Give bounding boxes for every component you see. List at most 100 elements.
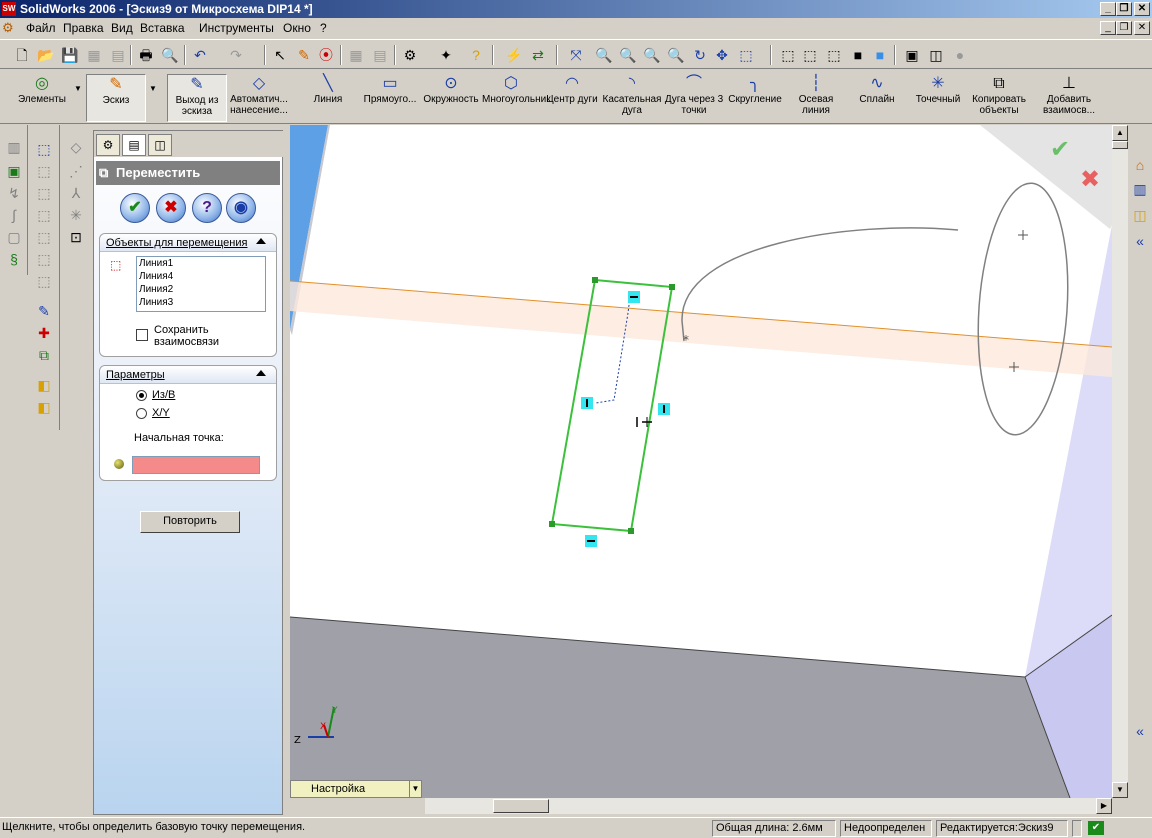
redo-icon[interactable]: ↷ <box>226 45 246 65</box>
minimize-button[interactable]: _ <box>1100 2 1116 16</box>
fillet-button[interactable]: ╮ Скругление <box>727 74 783 122</box>
layers-alt-icon[interactable]: ◧ <box>34 397 54 417</box>
confirm-check-icon[interactable]: ✔ <box>1050 135 1070 163</box>
scroll-up-button[interactable]: ▲ <box>1112 125 1128 141</box>
list-item[interactable]: Линия1 <box>139 257 265 270</box>
print-preview-icon[interactable]: ▦ <box>84 45 104 65</box>
polygon-button[interactable]: ⬡ Многоугольник <box>482 74 551 122</box>
pin-button[interactable]: ◉ <box>226 193 256 223</box>
mate-icon[interactable]: ⚡ <box>504 45 524 65</box>
confirm-cancel-icon[interactable]: ✖ <box>1080 165 1100 193</box>
layers-icon[interactable]: ◧ <box>34 375 54 395</box>
reference-axis-icon[interactable]: ⋰ <box>66 161 86 181</box>
tangent-arc-button[interactable]: ◝ Касательная дуга <box>602 74 662 122</box>
zoom-in-out-icon[interactable]: 🔍 <box>642 45 662 65</box>
cube-top-icon[interactable]: ⬚ <box>34 227 54 247</box>
print-icon[interactable]: 🖶 <box>136 45 156 65</box>
cube-right-icon[interactable]: ⬚ <box>34 205 54 225</box>
collapse-arrow-icon[interactable] <box>256 370 266 376</box>
cube-back-icon[interactable]: ⬚ <box>34 161 54 181</box>
sketch-dropdown-arrow[interactable]: ▼ <box>149 84 157 93</box>
collapse-arrow-icon[interactable] <box>256 238 266 244</box>
pan-icon[interactable]: ✥ <box>712 45 732 65</box>
features-tab-button[interactable]: ◎ Элементы <box>10 74 74 122</box>
menu-insert[interactable]: Вставка <box>140 21 185 35</box>
close-button[interactable]: ✕ <box>1134 2 1150 16</box>
options-icon[interactable]: ⚙ <box>400 45 420 65</box>
doc-minimize-button[interactable]: _ <box>1100 21 1116 35</box>
doc-restore-button[interactable]: ❐ <box>1116 21 1132 35</box>
split-handle[interactable] <box>1112 141 1128 149</box>
shadows-icon[interactable]: ▣ <box>902 45 922 65</box>
graphics-area[interactable]: * ✔ ✖ Z Y X <box>290 125 1112 798</box>
sketch-tool-icon[interactable]: ✎ <box>294 45 314 65</box>
cube-bottom-icon[interactable]: ⬚ <box>34 249 54 269</box>
keep-relations-checkbox[interactable] <box>136 329 148 341</box>
shaded-edges-icon[interactable]: ■ <box>848 45 868 65</box>
horizontal-scroll-thumb[interactable] <box>493 799 549 813</box>
spline-button[interactable]: ∿ Сплайн <box>850 74 904 122</box>
rect-corner-handle[interactable] <box>669 284 675 290</box>
cube-front-icon[interactable]: ⬚ <box>34 139 54 159</box>
parameters-group-header[interactable]: Параметры <box>100 366 276 384</box>
tab-property-manager[interactable]: ▤ <box>122 134 146 156</box>
dropdown-arrow-icon[interactable]: ▼ <box>409 781 421 797</box>
helix-icon[interactable]: § <box>4 249 24 269</box>
sweep-icon[interactable]: ↯ <box>4 183 24 203</box>
menu-tools[interactable]: Инструменты <box>199 21 274 35</box>
center-arc-button[interactable]: ◠ Центр дуги <box>543 74 601 122</box>
maximize-button[interactable]: ❐ <box>1116 2 1132 16</box>
repeat-button[interactable]: Повторить <box>140 511 240 533</box>
save-icon[interactable]: 💾 <box>60 45 80 65</box>
reference-plane-icon[interactable]: ◇ <box>66 137 86 157</box>
add-sketch-icon[interactable]: ✚ <box>34 323 54 343</box>
file-explorer-icon[interactable]: ◫ <box>1130 205 1150 225</box>
zoom-fit-icon[interactable]: 🔍 <box>594 45 614 65</box>
three-point-arc-button[interactable]: ⌒ Дуга через 3 точки <box>663 74 725 122</box>
from-to-radio[interactable] <box>136 390 147 401</box>
sketch-edit-icon[interactable]: ▣ <box>4 161 24 181</box>
table-icon[interactable]: ▤ <box>370 45 390 65</box>
edit-sketch-icon[interactable]: ✎ <box>34 301 54 321</box>
expand-pane-bottom-icon[interactable]: « <box>1130 721 1150 741</box>
list-item[interactable]: Линия3 <box>139 296 265 309</box>
rectangle-button[interactable]: ▭ Прямоуго... <box>360 74 420 122</box>
reference-point-icon[interactable]: ✳ <box>66 205 86 225</box>
home-icon[interactable]: ⌂ <box>1130 155 1150 175</box>
doc-close-button[interactable]: ✕ <box>1134 21 1150 35</box>
measure-icon[interactable]: ⇄ <box>528 45 548 65</box>
new-document-icon[interactable]: 🗋 <box>12 45 32 65</box>
rect-corner-handle[interactable] <box>549 521 555 527</box>
rotate-icon[interactable]: ↻ <box>690 45 710 65</box>
menu-file[interactable]: Файл <box>26 21 56 35</box>
tab-configuration-manager[interactable]: ◫ <box>148 134 172 156</box>
cube-iso-icon[interactable]: ⬚ <box>34 271 54 291</box>
document-icon[interactable]: ⚙ <box>2 20 14 36</box>
mate-reference-icon[interactable]: ⊡ <box>66 227 86 247</box>
features-dropdown-arrow[interactable]: ▼ <box>74 84 82 93</box>
select-pointer-icon[interactable]: ↖ <box>270 45 290 65</box>
scroll-down-button[interactable]: ▼ <box>1112 782 1128 798</box>
preview-icon[interactable]: 🔍 <box>160 45 180 65</box>
horizontal-scrollbar[interactable]: ▶ <box>425 798 1112 814</box>
sketch-ellipse[interactable] <box>970 180 1075 438</box>
circle-button[interactable]: ⊙ Окружность <box>420 74 482 122</box>
add-relation-button[interactable]: ⊥ Добавить взаимосв... <box>1038 74 1100 122</box>
ok-button[interactable]: ✔ <box>120 193 150 223</box>
vertical-scrollbar[interactable]: ▲ ▼ <box>1112 125 1128 798</box>
grid-icon[interactable]: ▦ <box>346 45 366 65</box>
objects-list[interactable]: Линия1 Линия4 Линия2 Линия3 <box>136 256 266 312</box>
tab-feature-tree[interactable]: ⚙ <box>96 134 120 156</box>
objects-group-header[interactable]: Объекты для перемещения <box>100 234 276 252</box>
expand-pane-icon[interactable]: « <box>1130 231 1150 251</box>
rebuild-ok-icon[interactable]: ✔ <box>1088 821 1104 835</box>
line-button[interactable]: ╲ Линия <box>300 74 356 122</box>
view-orientation-icon[interactable]: ⤧ <box>566 45 586 65</box>
extrude-icon[interactable]: ▥ <box>4 137 24 157</box>
xy-radio[interactable] <box>136 408 147 419</box>
rect-corner-handle[interactable] <box>592 277 598 283</box>
menu-help[interactable]: ? <box>320 21 327 35</box>
wireframe-icon[interactable]: ⬚ <box>778 45 798 65</box>
centerline-button[interactable]: ┆ Осевая линия <box>788 74 844 122</box>
start-point-field[interactable] <box>132 456 260 474</box>
